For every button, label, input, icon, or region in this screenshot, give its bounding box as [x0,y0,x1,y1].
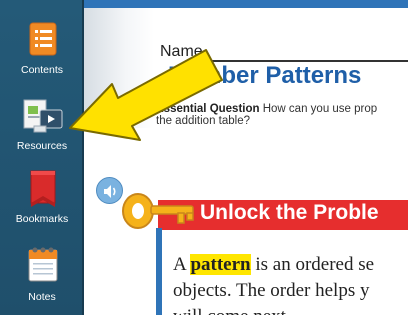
pointer-arrow-icon [69,49,223,141]
